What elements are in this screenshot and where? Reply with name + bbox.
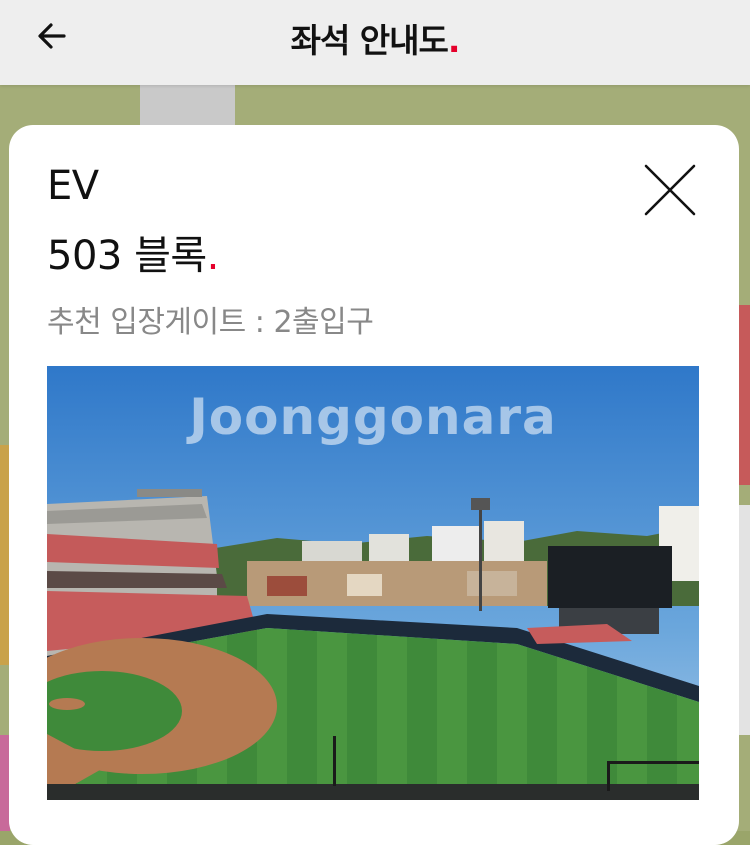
block-name-text: 503 블록 [47, 233, 207, 279]
page-title-text: 좌석 안내도 [290, 21, 449, 60]
page-title: 좌석 안내도. [0, 14, 750, 62]
photo-watermark: Joonggonara [189, 388, 557, 446]
block-title-dot: . [206, 233, 220, 279]
zone-name: EV [47, 163, 99, 209]
gate-separator: : [254, 305, 265, 340]
close-icon [644, 164, 696, 216]
seat-view-photo: Joonggonara [47, 366, 699, 800]
seat-info-modal: EV 503 블록. 추천 입장게이트 : 2출입구 Joonggonara [9, 125, 739, 845]
header-bar: 좌석 안내도. [0, 0, 750, 85]
close-button[interactable] [643, 163, 697, 217]
page-title-dot: . [447, 21, 461, 60]
gate-value: 2출입구 [273, 305, 374, 340]
gate-label: 추천 입장게이트 [47, 305, 246, 340]
recommended-gate: 추천 입장게이트 : 2출입구 [47, 297, 374, 341]
block-title: 503 블록. [47, 223, 219, 281]
